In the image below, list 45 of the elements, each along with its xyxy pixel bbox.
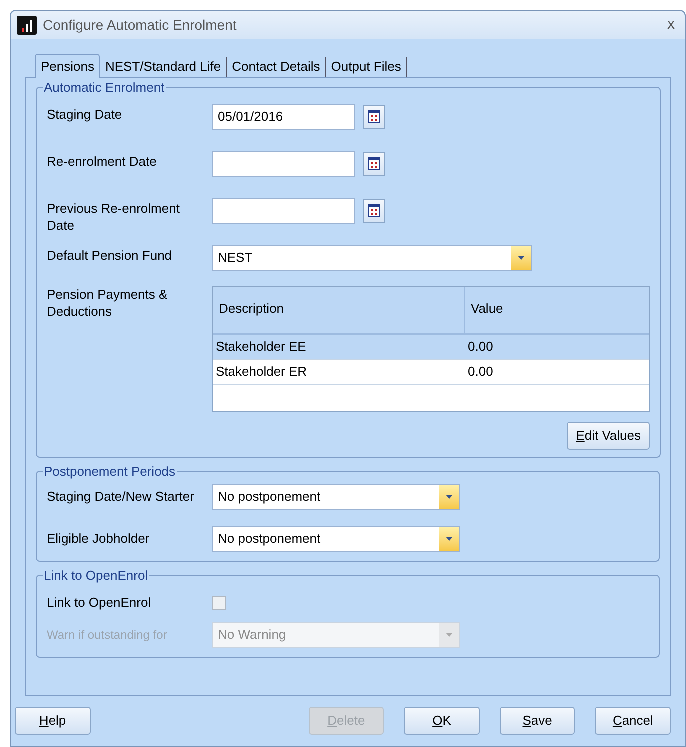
checkbox[interactable] <box>212 596 226 610</box>
date-field[interactable] <box>212 198 355 224</box>
dropdown-field[interactable]: No postponement <box>212 484 460 510</box>
calendar-icon <box>368 110 380 123</box>
group-title: Link to OpenEnrol <box>43 567 150 585</box>
column-header[interactable]: Value <box>465 286 649 332</box>
field-label: Warn if outstanding for <box>47 626 168 644</box>
calendar-icon <box>368 157 380 170</box>
calendar-button[interactable] <box>363 152 385 176</box>
table-cell-text: 0.00 <box>467 362 494 381</box>
table-cell-text: 0.00 <box>467 338 494 356</box>
app-logo-icon <box>17 16 37 34</box>
table-cell-text: Stakeholder ER <box>215 362 308 381</box>
tab[interactable]: Pensions <box>35 54 100 78</box>
grid-row[interactable]: Stakeholder ER 0.00 <box>213 360 649 384</box>
window-title: Configure Automatic Enrolment <box>43 16 238 35</box>
tab[interactable]: NEST/Standard Life <box>100 57 228 77</box>
calendar-button[interactable] <box>363 104 385 128</box>
field-label: Re-enrolment Date <box>47 152 158 170</box>
calendar-icon <box>368 204 380 217</box>
tab[interactable]: Contact Details <box>227 57 326 77</box>
dialog-button[interactable]: OK <box>404 707 480 735</box>
dialog-button[interactable]: Help <box>15 707 91 735</box>
edit-values-button[interactable]: Edit Values <box>567 422 650 450</box>
field-label: Pension Payments & Deductions <box>47 286 169 320</box>
dialog-button[interactable]: Save <box>500 707 576 735</box>
tab[interactable]: Output Files <box>326 57 408 77</box>
field-label: Previous Re-enrolment Date <box>47 200 181 234</box>
calendar-button[interactable] <box>363 198 385 222</box>
grid-row[interactable]: Stakeholder EE 0.00 <box>213 334 649 360</box>
dialog-button[interactable]: Cancel <box>595 707 671 735</box>
field-label: Default Pension Fund <box>47 246 174 264</box>
group-title: Postponement Periods <box>43 463 177 481</box>
close-button[interactable]: x <box>664 14 679 36</box>
date-field[interactable] <box>212 150 355 176</box>
field-label: Eligible Jobholder <box>47 530 151 548</box>
field-label: Staging Date <box>47 106 124 122</box>
field-label: Staging Date/New Starter <box>47 488 196 506</box>
dropdown-field[interactable]: NEST <box>212 244 532 270</box>
table-cell-text: Stakeholder EE <box>215 338 308 356</box>
column-header[interactable]: Description <box>213 286 465 332</box>
group-title: Automatic Enrolment <box>43 79 166 97</box>
field-label: Link to OpenEnrol <box>47 594 152 612</box>
date-field[interactable]: 05/01/2016 <box>212 104 355 130</box>
dropdown-field[interactable]: No postponement <box>212 526 460 552</box>
